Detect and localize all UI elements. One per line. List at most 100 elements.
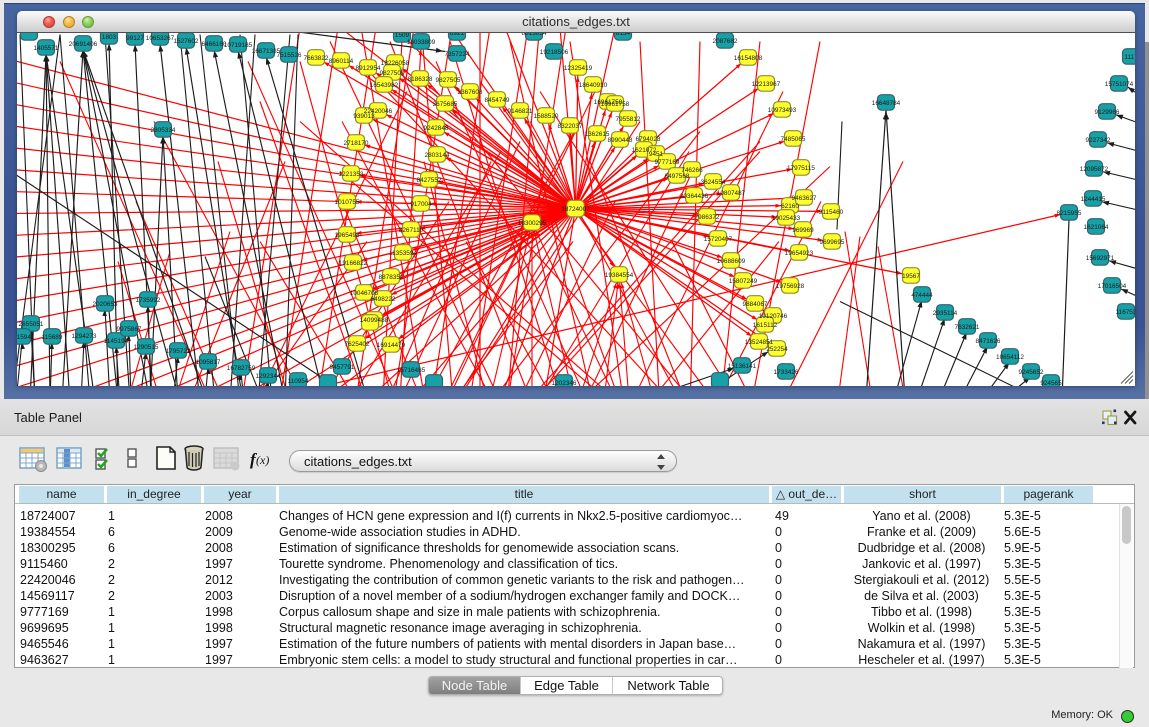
svg-text:1803: 1803 xyxy=(102,34,117,41)
svg-text:8878352: 8878352 xyxy=(379,274,404,281)
svg-text:1145194: 1145194 xyxy=(104,338,129,345)
svg-text:17016504: 17016504 xyxy=(1098,283,1127,290)
svg-text:7515526: 7515526 xyxy=(277,52,302,59)
svg-text:10025433: 10025433 xyxy=(772,215,801,222)
svg-text:1733426: 1733426 xyxy=(774,369,799,376)
svg-text:252254: 252254 xyxy=(766,346,788,353)
svg-text:12095872: 12095872 xyxy=(1080,166,1109,173)
svg-text:10973493: 10973493 xyxy=(768,107,797,114)
svg-text:110954: 110954 xyxy=(288,378,309,385)
svg-text:115689: 115689 xyxy=(42,334,63,341)
svg-text:15720407: 15720407 xyxy=(704,236,733,243)
svg-text:15807249: 15807249 xyxy=(729,278,758,285)
svg-text:1294273: 1294273 xyxy=(72,333,97,340)
svg-text:1615112: 1615112 xyxy=(753,322,778,329)
svg-text:2020653: 2020653 xyxy=(93,301,118,308)
svg-text:10654112: 10654112 xyxy=(996,354,1024,361)
svg-text:8813054: 8813054 xyxy=(522,33,547,37)
svg-text:1221353: 1221353 xyxy=(339,171,364,178)
svg-text:15751074: 15751074 xyxy=(1105,81,1134,88)
svg-text:2655051: 2655051 xyxy=(19,321,44,328)
svg-text:19218506: 19218506 xyxy=(540,49,569,56)
svg-text:16154808: 16154808 xyxy=(734,55,763,62)
svg-text:2087682: 2087682 xyxy=(713,38,738,45)
svg-text:474444: 474444 xyxy=(911,292,933,299)
svg-text:9451: 9451 xyxy=(649,151,664,158)
svg-text:9827500: 9827500 xyxy=(380,70,405,77)
svg-text:19654923: 19654923 xyxy=(785,250,814,257)
svg-text:19756928: 19756928 xyxy=(776,283,805,290)
svg-text:6794028: 6794028 xyxy=(636,136,661,143)
svg-text:7955812: 7955812 xyxy=(616,116,641,123)
svg-text:9777169: 9777169 xyxy=(655,159,680,166)
svg-text:1588520: 1588520 xyxy=(534,113,559,120)
svg-text:9129966: 9129966 xyxy=(1095,109,1120,116)
svg-text:8921: 8921 xyxy=(450,33,465,37)
svg-text:10653267: 10653267 xyxy=(146,35,175,42)
svg-text:1292344: 1292344 xyxy=(256,373,281,380)
svg-text:2935114: 2935114 xyxy=(933,310,958,317)
svg-text:6498222: 6498222 xyxy=(371,296,396,303)
svg-text:3624554: 3624554 xyxy=(701,179,726,186)
svg-text:917004: 917004 xyxy=(410,201,432,208)
svg-text:2803144: 2803144 xyxy=(425,152,450,159)
svg-text:1405571: 1405571 xyxy=(34,45,59,52)
svg-text:10120746: 10120746 xyxy=(759,313,788,320)
svg-text:10688609: 10688609 xyxy=(717,258,746,265)
svg-text:20691406: 20691406 xyxy=(69,41,98,48)
svg-text:7986372: 7986372 xyxy=(695,214,720,221)
svg-text:7632621: 7632621 xyxy=(955,324,980,331)
svg-text:12325419: 12325419 xyxy=(564,65,593,72)
svg-text:19166822: 19166822 xyxy=(339,260,368,267)
svg-text:7357224: 7357224 xyxy=(445,51,470,58)
svg-text:9115460: 9115460 xyxy=(819,209,844,216)
svg-text:15716485: 15716485 xyxy=(397,367,426,374)
svg-text:1244415: 1244415 xyxy=(1081,196,1106,203)
svg-text:1735992: 1735992 xyxy=(136,297,161,304)
svg-text:8134: 8134 xyxy=(616,33,631,37)
svg-text:10961758: 10961758 xyxy=(601,101,630,108)
svg-text:16543982: 16543982 xyxy=(370,82,399,89)
svg-text:(x): (x) xyxy=(256,453,269,467)
svg-text:1362615: 1362615 xyxy=(585,131,610,138)
svg-text:8215955: 8215955 xyxy=(1057,210,1082,217)
svg-text:8427552: 8427552 xyxy=(417,177,442,184)
svg-text:14099488: 14099488 xyxy=(360,317,389,324)
svg-text:2367608: 2367608 xyxy=(458,89,483,96)
svg-text:13524851: 13524851 xyxy=(745,339,774,346)
svg-text:2805334: 2805334 xyxy=(151,127,176,134)
svg-text:62160: 62160 xyxy=(781,203,799,210)
svg-text:1290515: 1290515 xyxy=(134,344,159,351)
svg-text:9242848: 9242848 xyxy=(424,125,449,132)
svg-text:8990448: 8990448 xyxy=(608,137,633,144)
svg-text:7625402: 7625402 xyxy=(345,341,370,348)
svg-text:19567: 19567 xyxy=(902,273,920,280)
svg-text:1117: 1117 xyxy=(1124,54,1135,61)
svg-text:16782759: 16782759 xyxy=(227,365,256,372)
svg-text:9699695: 9699695 xyxy=(820,239,845,246)
svg-text:8322037: 8322037 xyxy=(558,123,583,130)
svg-text:9146821: 9146821 xyxy=(508,108,533,115)
svg-text:8960114: 8960114 xyxy=(329,58,354,65)
svg-text:969969: 969969 xyxy=(792,227,814,234)
svg-text:939013: 939013 xyxy=(353,113,375,120)
svg-text:19384554: 19384554 xyxy=(605,272,634,279)
svg-text:3675685: 3675685 xyxy=(433,101,458,108)
svg-text:15692971: 15692971 xyxy=(1086,255,1115,262)
svg-text:15136141: 15136141 xyxy=(728,363,757,370)
svg-text:18724007: 18724007 xyxy=(561,206,590,213)
svg-text:8267110: 8267110 xyxy=(399,227,424,234)
svg-text:6497568: 6497568 xyxy=(665,173,690,180)
svg-text:17975115: 17975115 xyxy=(787,165,815,172)
svg-text:9884067: 9884067 xyxy=(743,301,768,308)
svg-text:9245652: 9245652 xyxy=(1019,369,1044,376)
svg-text:9227342: 9227342 xyxy=(1086,137,1111,144)
svg-text:16914479: 16914479 xyxy=(377,342,406,349)
svg-text:2718170: 2718170 xyxy=(344,140,369,147)
svg-text:8454749: 8454749 xyxy=(485,97,510,104)
svg-text:116753: 116753 xyxy=(1116,309,1135,316)
svg-text:12213967: 12213967 xyxy=(752,81,781,88)
svg-text:1965498: 1965498 xyxy=(335,232,360,239)
svg-text:9463627: 9463627 xyxy=(792,195,817,202)
svg-text:9827505: 9827505 xyxy=(436,77,461,84)
